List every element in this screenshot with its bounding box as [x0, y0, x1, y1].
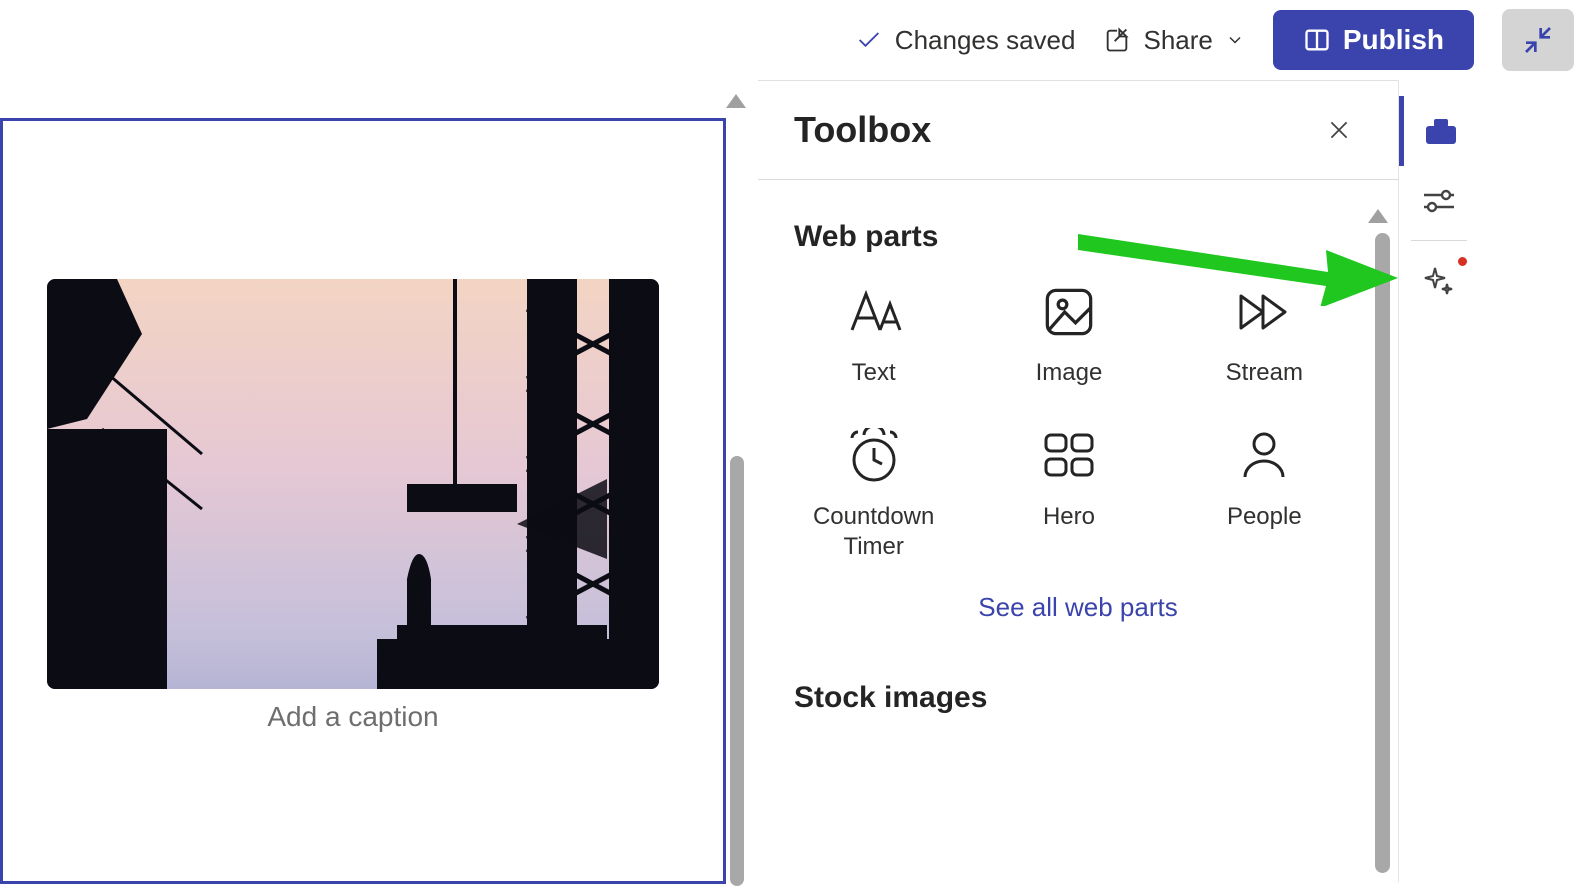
publish-button[interactable]: Publish — [1273, 10, 1474, 70]
rail-separator — [1411, 240, 1467, 241]
sparkle-icon — [1423, 264, 1455, 296]
webpart-hero[interactable]: Hero — [971, 428, 1166, 562]
save-status-label: Changes saved — [895, 25, 1076, 56]
rail-design-ideas-button[interactable] — [1399, 245, 1479, 315]
canvas-scrollbar-thumb[interactable] — [730, 456, 744, 886]
toolbox-title: Toolbox — [794, 109, 931, 151]
webpart-countdown-timer[interactable]: Countdown Timer — [776, 428, 971, 562]
webpart-image[interactable]: Image — [971, 284, 1166, 388]
toolbox-panel: Toolbox Web parts Text Image — [758, 80, 1398, 882]
save-status: Changes saved — [855, 25, 1076, 56]
close-icon — [1326, 117, 1352, 143]
webpart-people-label: People — [1227, 502, 1302, 532]
webpart-image-label: Image — [1036, 358, 1103, 388]
collapse-icon — [1522, 24, 1554, 56]
publish-label: Publish — [1343, 24, 1444, 56]
share-button[interactable]: Share — [1103, 25, 1244, 56]
construction-silhouette-icon — [47, 279, 659, 689]
book-icon — [1303, 26, 1331, 54]
countdown-timer-icon — [846, 428, 902, 484]
sliders-icon — [1422, 187, 1456, 215]
toolbox-scroll-up-icon[interactable] — [1368, 209, 1388, 223]
webpart-people[interactable]: People — [1167, 428, 1362, 562]
webparts-grid: Text Image Stream Countdown Timer — [758, 254, 1398, 572]
top-toolbar: Changes saved Share Publish — [0, 0, 1588, 80]
image-caption-input[interactable]: Add a caption — [3, 701, 703, 733]
toolbox-rail-icon — [1424, 116, 1458, 146]
webpart-countdown-timer-label: Countdown Timer — [794, 502, 954, 562]
image-icon — [1043, 284, 1095, 340]
rail-toolbox-button[interactable] — [1399, 96, 1479, 166]
stream-icon — [1235, 284, 1293, 340]
hero-icon — [1042, 428, 1096, 484]
page-canvas[interactable]: Add a caption — [0, 80, 758, 882]
see-all-webparts-link[interactable]: See all web parts — [758, 572, 1398, 663]
stock-images-heading: Stock images — [758, 663, 1398, 715]
chevron-down-icon — [1225, 30, 1245, 50]
webparts-heading: Web parts — [758, 180, 1398, 254]
collapse-pane-button[interactable] — [1502, 9, 1574, 71]
text-icon — [844, 284, 904, 340]
webpart-stream-label: Stream — [1226, 358, 1303, 388]
content-area: Add a caption Toolbox Web parts Text — [0, 80, 1588, 882]
webpart-hero-label: Hero — [1043, 502, 1095, 532]
share-icon — [1103, 26, 1131, 54]
share-label: Share — [1143, 25, 1212, 56]
notification-dot-icon — [1458, 257, 1467, 266]
toolbox-header: Toolbox — [758, 81, 1398, 180]
checkmark-icon — [855, 26, 883, 54]
webpart-text[interactable]: Text — [776, 284, 971, 388]
webpart-text-label: Text — [852, 358, 896, 388]
people-icon — [1239, 428, 1289, 484]
toolbox-close-button[interactable] — [1326, 117, 1352, 143]
toolbox-scrollbar-thumb[interactable] — [1375, 233, 1390, 873]
selected-webpart-frame[interactable]: Add a caption — [0, 118, 726, 884]
webpart-stream[interactable]: Stream — [1167, 284, 1362, 388]
rail-settings-button[interactable] — [1399, 166, 1479, 236]
image-webpart-preview[interactable] — [47, 279, 659, 689]
canvas-scroll-up-icon[interactable] — [726, 94, 746, 108]
right-rail — [1398, 80, 1478, 882]
